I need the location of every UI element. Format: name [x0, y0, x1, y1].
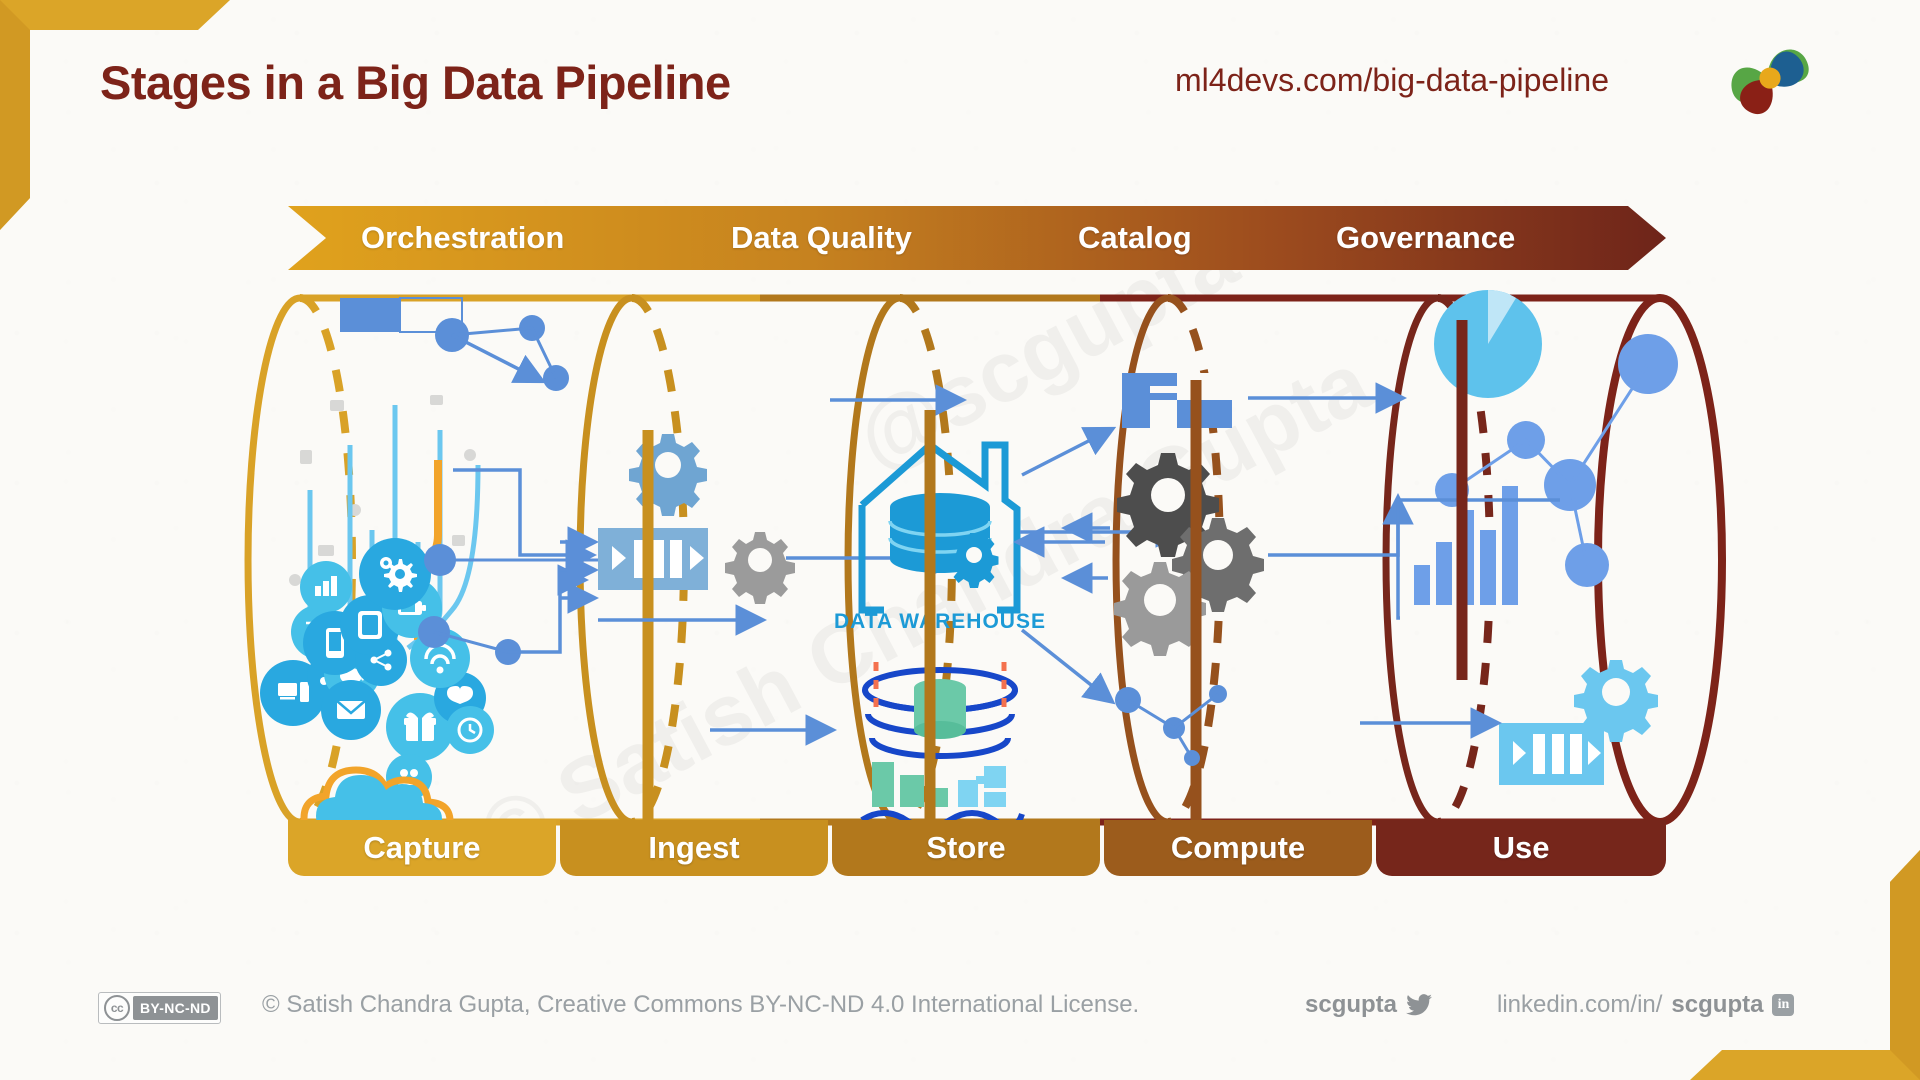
twitter-bird-icon	[1406, 994, 1433, 1016]
banner-label-data-quality: Data Quality	[731, 220, 912, 255]
stage-tab-use[interactable]: Use	[1376, 820, 1666, 876]
banner-label-governance: Governance	[1336, 220, 1516, 255]
cross-cutting-concerns-banner: Orchestration Data Quality Catalog Gover…	[288, 206, 1666, 270]
stage-tab-ingest[interactable]: Ingest	[560, 820, 828, 876]
ml4devs-pinwheel-logo	[1731, 49, 1809, 114]
stage-label-compute: Compute	[1170, 830, 1306, 865]
stage-tab-capture[interactable]: Capture	[288, 820, 556, 876]
twitter-link[interactable]: scgupta	[1305, 991, 1433, 1019]
linkedin-icon: in	[1772, 994, 1795, 1016]
stage-label-store: Store	[926, 830, 1006, 865]
data-warehouse-label: DATA WAREHOUSE	[834, 610, 1046, 633]
source-url: ml4devs.com/big-data-pipeline	[1175, 62, 1609, 98]
stage-label-use: Use	[1492, 830, 1550, 865]
corner-bracket-top-left	[0, 0, 230, 230]
stage-label-ingest: Ingest	[648, 830, 740, 865]
stage-label-capture: Capture	[363, 830, 481, 865]
pie-chart-icon	[1434, 290, 1542, 398]
use-stage-icons	[1360, 290, 1678, 785]
data-lake-icon	[860, 662, 1025, 840]
cc-terms: BY-NC-ND	[133, 996, 218, 1020]
grid-blocks-icon	[1122, 373, 1232, 428]
stage-tabs: Capture Ingest Store Compute Use	[288, 820, 1666, 876]
page-title: Stages in a Big Data Pipeline	[100, 56, 731, 109]
linkedin-link[interactable]: linkedin.com/in/scgupta in	[1497, 991, 1795, 1019]
ingest-stage-icons	[598, 430, 795, 840]
copyright-text: © Satish Chandra Gupta, Creative Commons…	[262, 991, 1140, 1018]
slide-root: © Satish Chandra Gupta @scgupta Stages i…	[0, 0, 1920, 1080]
corner-bracket-bottom-right	[1690, 850, 1920, 1080]
stage-tab-compute[interactable]: Compute	[1104, 820, 1372, 876]
capture-stage-icons	[260, 297, 600, 840]
linkedin-prefix: linkedin.com/in/	[1497, 991, 1663, 1018]
cc-license-badge: cc BY-NC-ND	[98, 992, 221, 1024]
big-data-pipeline-cylinder: DATA WAREHOUSE	[244, 290, 1726, 840]
twitter-handle: scgupta	[1305, 991, 1398, 1018]
stage-tab-store[interactable]: Store	[832, 820, 1100, 876]
banner-label-orchestration: Orchestration	[361, 220, 565, 255]
store-stage-icons: DATA WAREHOUSE	[834, 410, 1046, 840]
cc-icon: cc	[104, 995, 130, 1021]
banner-label-catalog: Catalog	[1078, 220, 1192, 255]
linkedin-handle: scgupta	[1671, 991, 1764, 1018]
